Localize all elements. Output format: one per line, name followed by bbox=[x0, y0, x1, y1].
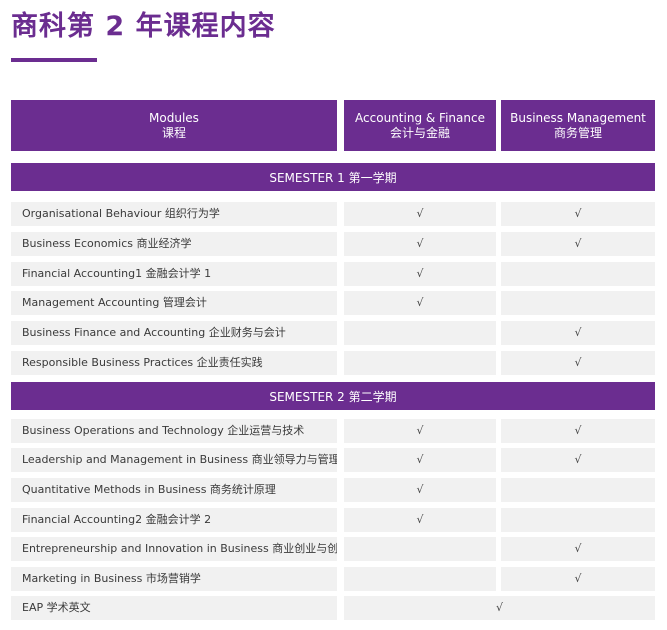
bm-check: √ bbox=[501, 419, 655, 443]
bm-check: √ bbox=[501, 232, 655, 256]
header-modules-zh: 课程 bbox=[161, 125, 186, 140]
bm-check: √ bbox=[501, 202, 655, 226]
table-row: Organisational Behaviour 组织行为学 √ √ bbox=[0, 202, 667, 226]
af-check bbox=[344, 537, 496, 561]
bm-check: √ bbox=[501, 448, 655, 472]
af-check bbox=[344, 567, 496, 591]
af-check: √ bbox=[344, 508, 496, 532]
af-check: √ bbox=[344, 291, 496, 315]
af-check: √ bbox=[344, 232, 496, 256]
table-row: Marketing in Business 市场营销学 √ bbox=[0, 567, 667, 591]
module-name: Marketing in Business 市场营销学 bbox=[11, 567, 337, 591]
af-check bbox=[344, 351, 496, 375]
module-name: Business Operations and Technology 企业运营与… bbox=[11, 419, 337, 443]
bm-check: √ bbox=[501, 351, 655, 375]
module-name: Responsible Business Practices 企业责任实践 bbox=[11, 351, 337, 375]
af-check bbox=[344, 321, 496, 345]
header-modules-en: Modules bbox=[149, 110, 199, 125]
table-row: Business Economics 商业经济学 √ √ bbox=[0, 232, 667, 256]
header-bm-zh: 商务管理 bbox=[553, 125, 602, 140]
table-row: Entrepreneurship and Innovation in Busin… bbox=[0, 537, 667, 561]
table-row: Business Operations and Technology 企业运营与… bbox=[0, 419, 667, 443]
af-check: √ bbox=[344, 419, 496, 443]
header-modules: Modules 课程 bbox=[11, 100, 337, 151]
af-check: √ bbox=[344, 202, 496, 226]
header-af-en: Accounting & Finance bbox=[355, 110, 485, 125]
semester-2-bar: SEMESTER 2 第二学期 bbox=[11, 382, 655, 410]
module-name: Management Accounting 管理会计 bbox=[11, 291, 337, 315]
table-row: Business Finance and Accounting 企业财务与会计 … bbox=[0, 321, 667, 345]
bm-check bbox=[501, 262, 655, 286]
table-row: Management Accounting 管理会计 √ bbox=[0, 291, 667, 315]
module-name: Organisational Behaviour 组织行为学 bbox=[11, 202, 337, 226]
table-row: Financial Accounting1 金融会计学 1 √ bbox=[0, 262, 667, 286]
af-check: √ bbox=[344, 448, 496, 472]
module-name: Financial Accounting1 金融会计学 1 bbox=[11, 262, 337, 286]
header-accounting-finance: Accounting & Finance 会计与金融 bbox=[344, 100, 496, 151]
header-af-zh: 会计与金融 bbox=[389, 125, 450, 140]
module-name: Financial Accounting2 金融会计学 2 bbox=[11, 508, 337, 532]
module-name: EAP 学术英文 bbox=[11, 596, 337, 620]
module-name: Business Finance and Accounting 企业财务与会计 bbox=[11, 321, 337, 345]
af-check: √ bbox=[344, 478, 496, 502]
bm-check: √ bbox=[501, 321, 655, 345]
title-underline bbox=[11, 58, 97, 62]
header-bm-en: Business Management bbox=[510, 110, 646, 125]
bm-check bbox=[501, 508, 655, 532]
af-check: √ bbox=[344, 262, 496, 286]
bm-check bbox=[501, 478, 655, 502]
bm-check: √ bbox=[501, 567, 655, 591]
module-name: Business Economics 商业经济学 bbox=[11, 232, 337, 256]
module-name: Entrepreneurship and Innovation in Busin… bbox=[11, 537, 337, 561]
table-row: Leadership and Management in Business 商业… bbox=[0, 448, 667, 472]
header-business-management: Business Management 商务管理 bbox=[501, 100, 655, 151]
table-row-eap: EAP 学术英文 √ bbox=[0, 596, 667, 620]
table-row: Financial Accounting2 金融会计学 2 √ bbox=[0, 508, 667, 532]
page-title: 商科第 2 年课程内容 bbox=[11, 11, 276, 42]
semester-1-bar: SEMESTER 1 第一学期 bbox=[11, 163, 655, 191]
bm-check: √ bbox=[501, 537, 655, 561]
table-row: Quantitative Methods in Business 商务统计原理 … bbox=[0, 478, 667, 502]
table-row: Responsible Business Practices 企业责任实践 √ bbox=[0, 351, 667, 375]
module-name: Quantitative Methods in Business 商务统计原理 bbox=[11, 478, 337, 502]
module-name: Leadership and Management in Business 商业… bbox=[11, 448, 337, 472]
bm-check bbox=[501, 291, 655, 315]
both-programmes-check: √ bbox=[344, 596, 655, 620]
